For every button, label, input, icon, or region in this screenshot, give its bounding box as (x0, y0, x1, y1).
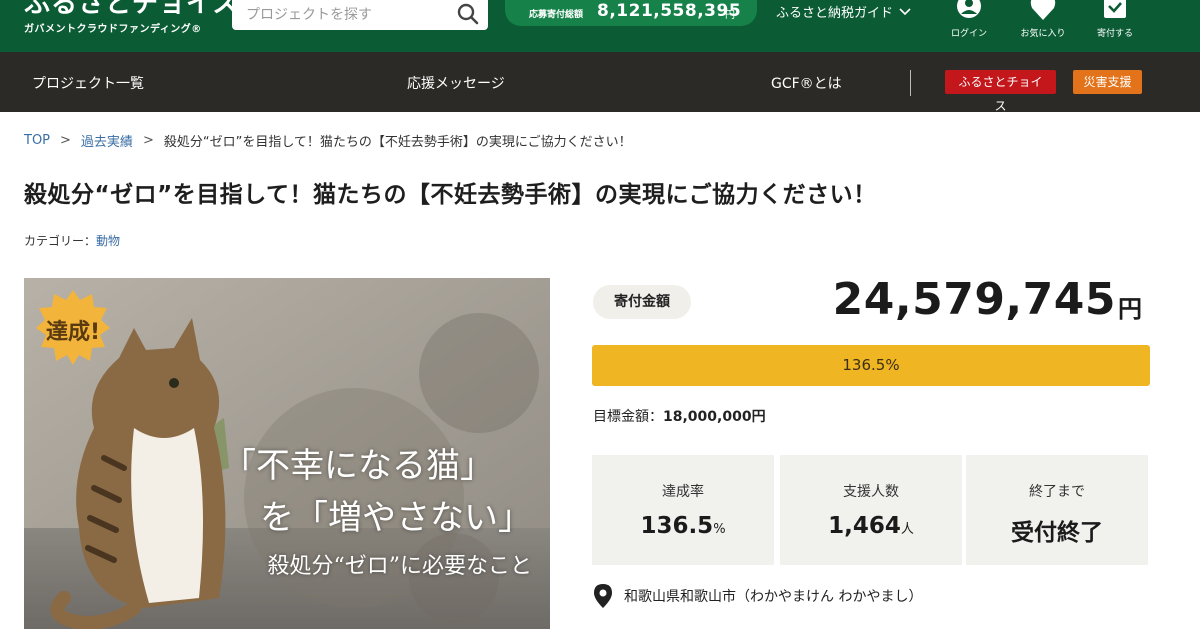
user-icon (957, 0, 981, 18)
project-location: 和歌山県和歌山市（わかやまけん わかやまし） (594, 584, 922, 608)
breadcrumb-separator: > (142, 133, 154, 148)
furusato-guide-menu[interactable]: ふるさと納税ガイド (776, 2, 911, 21)
favorites-label: お気に入り (1020, 29, 1066, 39)
breadcrumb-top[interactable]: TOP (24, 133, 50, 148)
breadcrumb-current: 殺処分“ゼロ”を目指して！猫たちの【不妊去勢手術】の実現にご協力ください！ (163, 135, 632, 150)
donate-label: 寄付する (1096, 29, 1133, 39)
total-donation-pill: 応募寄付総額 8,121,558,395 円 (505, 0, 757, 26)
funding-progress-bar: 136.5% (592, 345, 1150, 386)
category: カテゴリー：動物 (24, 232, 120, 249)
site-header: ふるさとチョイス ガバメントクラウドファンディング® 応募寄付総額 8,121,… (0, 0, 1200, 52)
achieved-text: 達成! (45, 320, 101, 345)
stat-supporters: 支援人数 1,464人 (780, 455, 962, 565)
search-icon (457, 3, 479, 25)
site-logo[interactable]: ふるさとチョイス ガバメントクラウドファンディング® (24, 0, 239, 35)
donation-amount-label: 寄付金額 (593, 285, 691, 319)
nav-item-messages[interactable]: 応援メッセージ (407, 73, 505, 93)
stat-value: 1,464人 (780, 513, 962, 539)
stat-number: 1,464 (828, 513, 901, 539)
category-label: カテゴリー： (24, 234, 97, 248)
donation-amount-unit: 円 (1118, 295, 1142, 323)
furusato-choice-button[interactable]: ふるさとチョイス (945, 70, 1056, 113)
total-donation-label: 応募寄付総額 (529, 10, 584, 20)
target-amount-value: 18,000,000円 (663, 409, 766, 425)
stat-achievement-rate: 達成率 136.5% (592, 455, 774, 565)
favorites-button[interactable]: お気に入り (1013, 0, 1073, 48)
target-amount-label: 目標金額： (593, 409, 663, 425)
page-title: 殺処分“ゼロ”を目指して！猫たちの【不妊去勢手術】の実現にご協力ください！ (24, 182, 877, 208)
nav-item-about-gcf[interactable]: GCF®とは (771, 73, 842, 93)
search-input[interactable] (232, 0, 450, 30)
hero-headline-1: 「不幸になる猫」 (222, 446, 494, 486)
breadcrumb-separator: > (60, 133, 71, 148)
stat-value: 受付終了 (966, 513, 1148, 547)
stat-time-remaining: 終了まで 受付終了 (966, 455, 1148, 565)
nav-divider (910, 70, 911, 96)
project-hero-image: 達成! 「不幸になる猫」 を「増やさない」 殺処分“ゼロ”に必要なこと (24, 278, 550, 629)
breadcrumb: TOP > 過去実績 > 殺処分“ゼロ”を目指して！猫たちの【不妊去勢手術】の実… (24, 131, 632, 150)
hero-subline: 殺処分“ゼロ”に必要なこと (267, 554, 533, 579)
breadcrumb-past-results[interactable]: 過去実績 (81, 131, 133, 150)
logo-sub-text: ガバメントクラウドファンディング® (24, 24, 202, 35)
funding-progress-text: 136.5% (842, 356, 900, 374)
achieved-badge: 達成! (34, 288, 112, 366)
search-button[interactable] (454, 0, 482, 28)
stat-unit: 人 (900, 522, 914, 537)
hero-headline-2: を「増やさない」 (260, 498, 532, 538)
stat-unit: % (713, 522, 726, 537)
total-donation-unit: 円 (725, 10, 735, 21)
total-donation-value: 8,121,558,395 (597, 1, 742, 21)
stat-label: 終了まで (1029, 484, 1085, 500)
search-box (232, 0, 488, 30)
guide-label: ふるさと納税ガイド (776, 6, 894, 21)
stat-label: 達成率 (662, 484, 704, 500)
location-text: 和歌山県和歌山市（わかやまけん わかやまし） (624, 589, 923, 605)
login-label: ログイン (950, 29, 987, 39)
category-link[interactable]: 動物 (96, 234, 120, 248)
donation-amount-value: 24,579,745 (832, 274, 1116, 325)
donate-button[interactable]: 寄付する (1085, 0, 1145, 48)
nav-item-projects[interactable]: プロジェクト一覧 (32, 73, 144, 93)
donate-box-icon (1104, 0, 1126, 18)
disaster-support-button[interactable]: 災害支援 (1073, 70, 1142, 94)
heart-icon (1030, 0, 1056, 20)
stat-number: 受付終了 (1011, 520, 1103, 546)
chevron-down-icon (899, 7, 911, 15)
map-pin-icon (594, 584, 612, 608)
target-amount: 目標金額：18,000,000円 (593, 406, 766, 426)
logo-main-text: ふるさとチョイス (24, 0, 240, 19)
stat-label: 支援人数 (843, 484, 899, 500)
stat-value: 136.5% (592, 513, 774, 539)
login-button[interactable]: ログイン (939, 0, 999, 48)
stat-number: 136.5 (640, 513, 714, 539)
